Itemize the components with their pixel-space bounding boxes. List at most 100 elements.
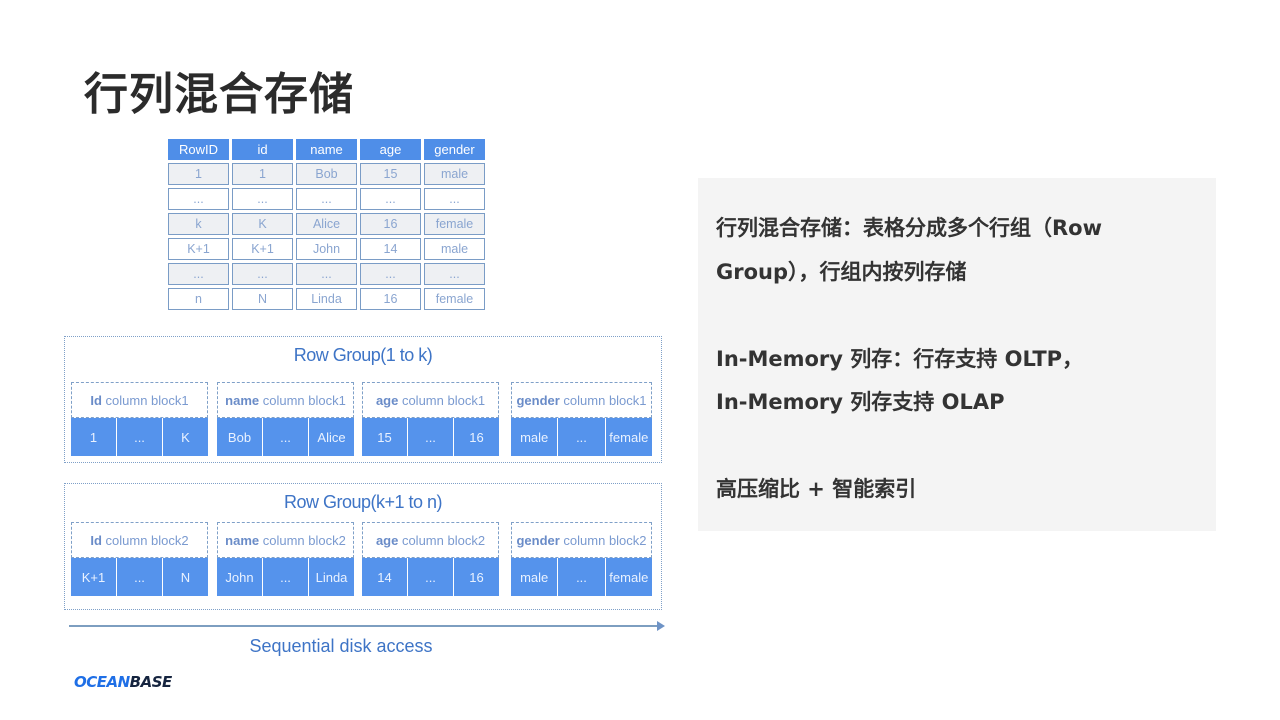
column-name: gender bbox=[516, 392, 560, 408]
column-block-suffix: column block1 bbox=[259, 392, 346, 408]
value-cell: ... bbox=[117, 558, 162, 596]
header-cell: age bbox=[360, 139, 421, 160]
value-cell: K bbox=[163, 418, 208, 456]
value-cell: 16 bbox=[454, 558, 499, 596]
table-cell: ... bbox=[296, 263, 357, 285]
table-cell: John bbox=[296, 238, 357, 260]
value-cell: 15 bbox=[362, 418, 407, 456]
summary-line: 行列混合存储：表格分成多个行组（Row bbox=[716, 216, 1102, 240]
header-cell: RowID bbox=[168, 139, 229, 160]
arrow-label: Sequential disk access bbox=[249, 636, 433, 656]
summary-line: 高压缩比 + 智能索引 bbox=[716, 477, 917, 501]
table-cell: ... bbox=[168, 188, 229, 210]
source-table: RowID id name age gender 1 1 Bob 15 male… bbox=[165, 136, 488, 313]
column-block-label: age column block2 bbox=[362, 522, 499, 558]
summary-line: Group），行组内按列存储 bbox=[716, 260, 967, 284]
column-block: age column block2 14... 16 bbox=[362, 522, 499, 596]
column-block: Id column block1 1... K bbox=[71, 382, 208, 456]
column-name: age bbox=[375, 532, 399, 548]
column-block: gender column block1 male... female bbox=[511, 382, 652, 456]
value-cell: ... bbox=[263, 558, 308, 596]
value-cell: Bob bbox=[217, 418, 262, 456]
logo-part-1: OCEAN bbox=[74, 673, 130, 691]
value-cell: ... bbox=[263, 418, 308, 456]
header-cell: gender bbox=[424, 139, 485, 160]
oceanbase-logo: OCEANBASE bbox=[74, 673, 172, 691]
value-cell: male bbox=[511, 558, 558, 596]
summary-line: In-Memory 列存：行存支持 OLTP， bbox=[716, 347, 1084, 371]
table-cell: 16 bbox=[360, 288, 421, 310]
value-cell: 14 bbox=[362, 558, 407, 596]
value-cell: N bbox=[163, 558, 208, 596]
table-cell: 16 bbox=[360, 213, 421, 235]
column-name: name bbox=[225, 392, 260, 408]
table-cell: ... bbox=[360, 263, 421, 285]
summary-panel: 行列混合存储：表格分成多个行组（Row Group），行组内按列存储 In-Me… bbox=[698, 178, 1216, 531]
value-cell: 1 bbox=[71, 418, 116, 456]
table-cell: female bbox=[424, 288, 485, 310]
value-cell: ... bbox=[117, 418, 162, 456]
column-block-suffix: column block1 bbox=[101, 392, 189, 408]
column-block-label: name column block1 bbox=[217, 382, 354, 418]
table-cell: 15 bbox=[360, 163, 421, 185]
header-cell: name bbox=[296, 139, 357, 160]
column-name: age bbox=[375, 392, 399, 408]
column-block: gender column block2 male... female bbox=[511, 522, 652, 596]
value-cell: male bbox=[511, 418, 558, 456]
table-header-row: RowID id name age gender bbox=[168, 139, 485, 160]
table-cell: female bbox=[424, 213, 485, 235]
value-cell: 16 bbox=[454, 418, 499, 456]
slide-title: 行列混合存储 bbox=[84, 69, 354, 120]
table-cell: k bbox=[168, 213, 229, 235]
table-cell: 1 bbox=[232, 163, 293, 185]
arrow-head-icon bbox=[657, 621, 665, 631]
table-cell: ... bbox=[424, 263, 485, 285]
table-row: ... ... ... ... ... bbox=[168, 188, 485, 210]
row-group-title: Row Group(1 to k) bbox=[293, 345, 433, 365]
table-cell: male bbox=[424, 163, 485, 185]
column-block-label: gender column block2 bbox=[511, 522, 652, 558]
value-cell: female bbox=[605, 418, 652, 456]
header-cell: id bbox=[232, 139, 293, 160]
value-cell: female bbox=[605, 558, 652, 596]
column-block-suffix: column block2 bbox=[398, 532, 486, 548]
value-cell: K+1 bbox=[71, 558, 116, 596]
column-block-suffix: column block2 bbox=[101, 532, 189, 548]
table-cell: 1 bbox=[168, 163, 229, 185]
value-cell: ... bbox=[558, 558, 605, 596]
table-row: 1 1 Bob 15 male bbox=[168, 163, 485, 185]
table-cell: ... bbox=[360, 188, 421, 210]
table-cell: n bbox=[168, 288, 229, 310]
value-cell: Linda bbox=[309, 558, 354, 596]
column-block: name column block2 John... Linda bbox=[217, 522, 354, 596]
row-group-2: Row Group(k+1 to n) Id column block2 K+1… bbox=[64, 483, 662, 610]
column-block: name column block1 Bob... Alice bbox=[217, 382, 354, 456]
table-cell: K bbox=[232, 213, 293, 235]
table-cell: ... bbox=[296, 188, 357, 210]
column-block-suffix: column block2 bbox=[259, 532, 346, 548]
table-cell: ... bbox=[232, 188, 293, 210]
value-cell: ... bbox=[558, 418, 605, 456]
sequential-arrow bbox=[69, 621, 665, 631]
value-cell: ... bbox=[408, 558, 453, 596]
table-row: n N Linda 16 female bbox=[168, 288, 485, 310]
column-block: age column block1 15... 16 bbox=[362, 382, 499, 456]
table-cell: 14 bbox=[360, 238, 421, 260]
table-cell: Linda bbox=[296, 288, 357, 310]
table-cell: male bbox=[424, 238, 485, 260]
summary-line: In-Memory 列存支持 OLAP bbox=[716, 390, 1005, 414]
table-cell: ... bbox=[424, 188, 485, 210]
table-cell: K+1 bbox=[232, 238, 293, 260]
column-name: Id bbox=[90, 392, 102, 408]
row-group-1: Row Group(1 to k) Id column block1 1... K… bbox=[64, 336, 662, 463]
table-row: k K Alice 16 female bbox=[168, 213, 485, 235]
table-row: K+1 K+1 John 14 male bbox=[168, 238, 485, 260]
column-block-label: Id column block2 bbox=[71, 522, 208, 558]
column-name: Id bbox=[90, 532, 102, 548]
logo-part-2: BASE bbox=[129, 673, 173, 691]
column-block-suffix: column block1 bbox=[398, 392, 486, 408]
column-block-label: age column block1 bbox=[362, 382, 499, 418]
value-cell: John bbox=[217, 558, 262, 596]
column-block-suffix: column block2 bbox=[559, 532, 647, 548]
table-cell: N bbox=[232, 288, 293, 310]
